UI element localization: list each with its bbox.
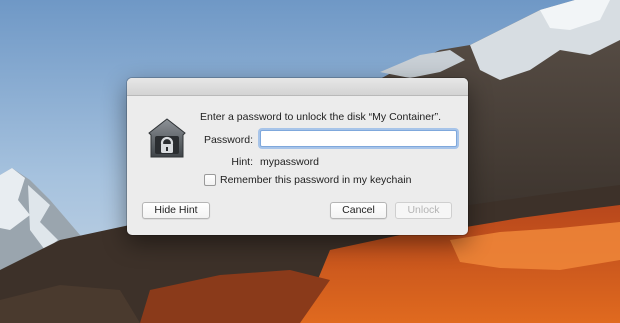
remember-password-checkbox[interactable] — [204, 174, 216, 186]
lock-icon — [148, 118, 186, 158]
unlock-button[interactable]: Unlock — [395, 202, 452, 219]
unlock-dialog: Enter a password to unlock the disk “My … — [127, 78, 468, 235]
cancel-button[interactable]: Cancel — [330, 202, 387, 219]
hint-value: mypassword — [260, 156, 319, 168]
dialog-titlebar — [127, 78, 468, 96]
hint-label: Hint: — [231, 156, 253, 168]
dialog-message: Enter a password to unlock the disk “My … — [200, 111, 442, 123]
remember-password-row[interactable]: Remember this password in my keychain — [204, 174, 411, 186]
desktop: Enter a password to unlock the disk “My … — [0, 0, 620, 323]
remember-password-label: Remember this password in my keychain — [220, 174, 412, 186]
password-input[interactable] — [260, 130, 457, 147]
hide-hint-button[interactable]: Hide Hint — [142, 202, 210, 219]
password-label: Password: — [203, 134, 253, 146]
